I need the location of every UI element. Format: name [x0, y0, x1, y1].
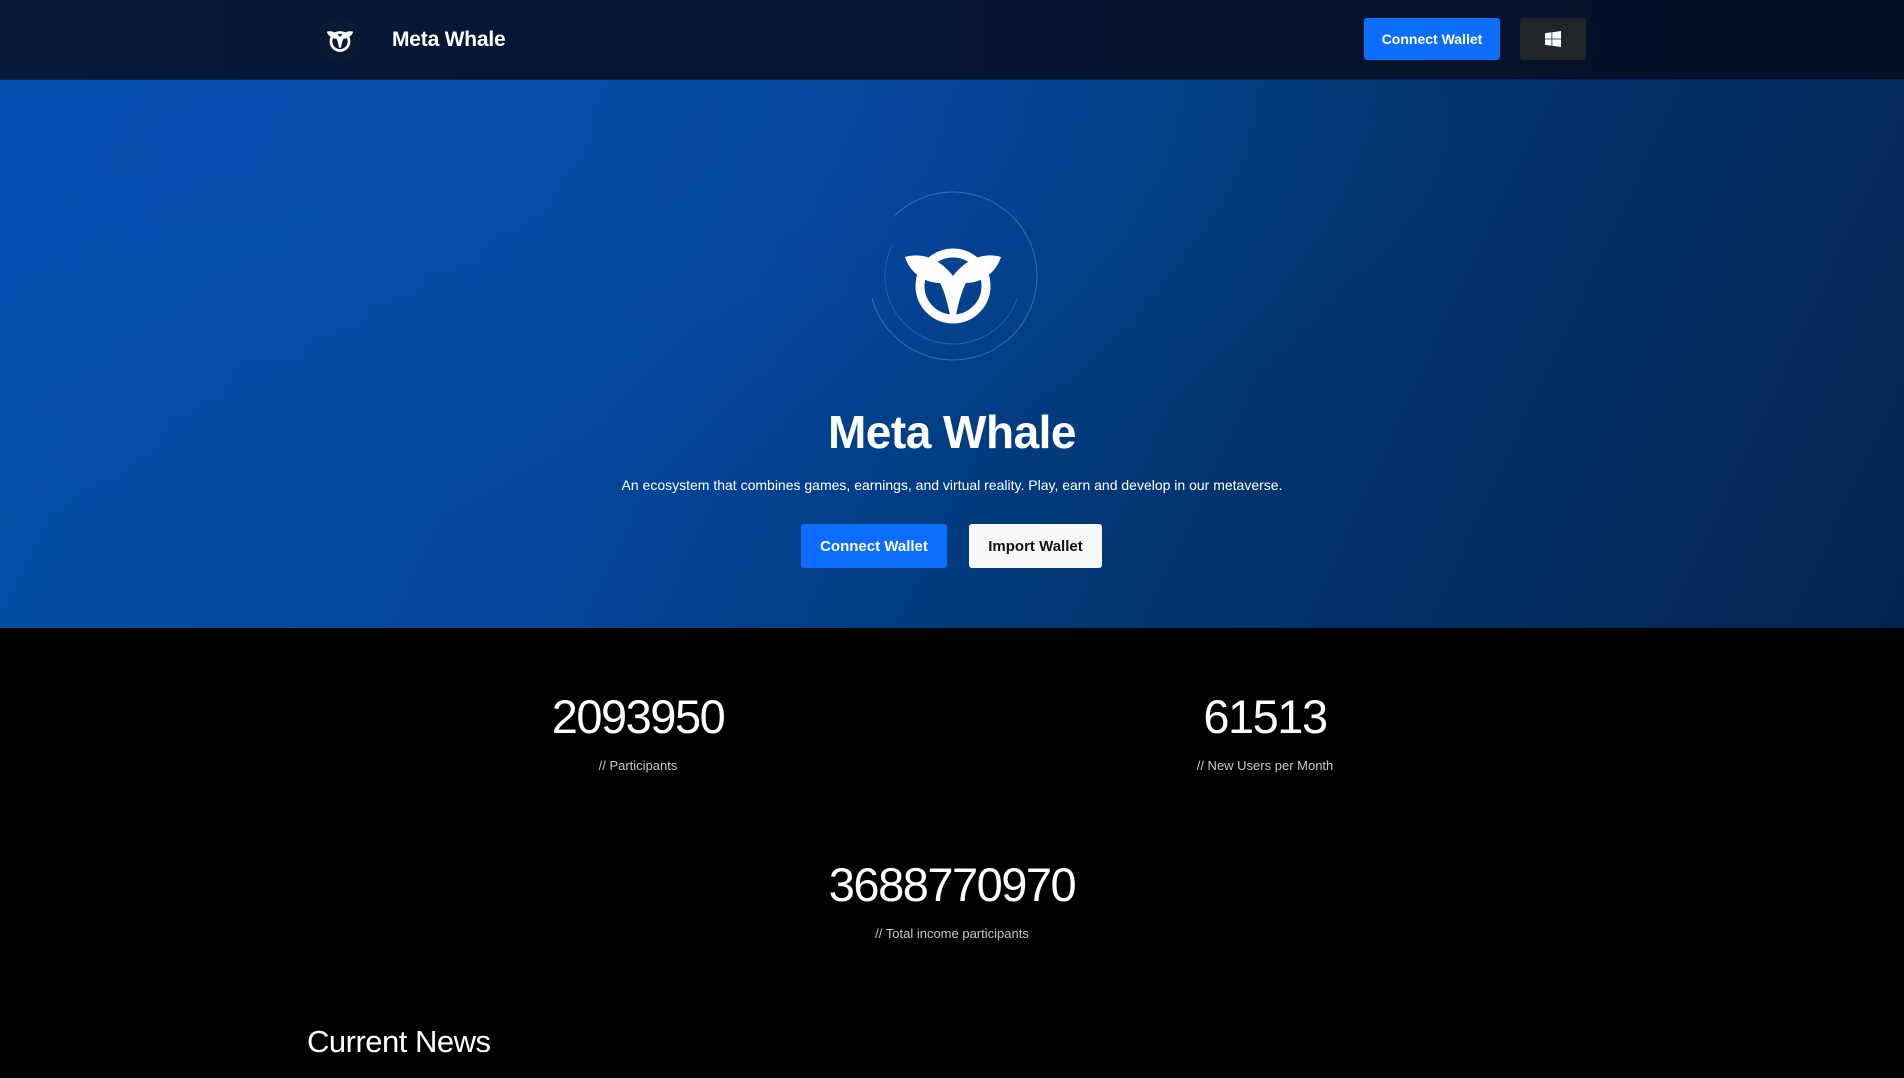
hero-import-wallet-button[interactable]: Import Wallet	[969, 524, 1102, 568]
stat-total-income: 3688770970 // Total income participants	[752, 861, 1152, 941]
windows-button[interactable]	[1520, 18, 1586, 60]
hero-section: Meta Whale An ecosystem that combines ga…	[0, 80, 1904, 628]
hero-connect-wallet-button[interactable]: Connect Wallet	[801, 524, 947, 568]
current-news-heading: Current News	[307, 1024, 491, 1059]
brand-name: Meta Whale	[392, 28, 506, 51]
stat-value: 61513	[1203, 690, 1328, 743]
whale-tail-icon	[318, 18, 362, 62]
whale-tail-emblem-icon	[868, 191, 1038, 361]
stat-label: // Participants	[598, 758, 678, 773]
stat-value: 2093950	[551, 690, 726, 743]
brand[interactable]: Meta Whale	[318, 14, 506, 66]
stat-new-users: 61513 // New Users per Month	[1115, 693, 1415, 773]
stat-participants: 2093950 // Participants	[488, 693, 788, 773]
header-connect-wallet-button[interactable]: Connect Wallet	[1364, 18, 1500, 60]
hero-subtitle: An ecosystem that combines games, earnin…	[621, 477, 1283, 493]
stat-label: // Total income participants	[875, 926, 1029, 941]
windows-icon	[1545, 31, 1561, 47]
stat-value: 3688770970	[828, 858, 1077, 911]
hero-title: Meta Whale	[827, 406, 1077, 458]
stat-label: // New Users per Month	[1196, 758, 1334, 773]
top-navbar: Meta Whale Connect Wallet	[0, 0, 1904, 80]
